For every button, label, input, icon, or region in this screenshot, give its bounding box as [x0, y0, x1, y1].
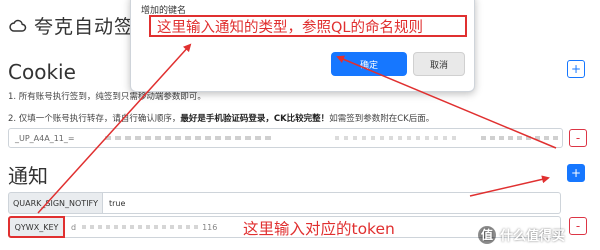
notify-value-input[interactable]: true: [103, 192, 561, 214]
note2-prefix: 2. 仅填一个账号执行转存，请自行确认顺序，: [8, 114, 181, 124]
add-cookie-button[interactable]: +: [567, 60, 585, 78]
key-name-value: 这里输入通知的类型，参照QL的命名规则: [157, 19, 423, 36]
cookie-note-2: 2. 仅填一个账号执行转存，请自行确认顺序，最好是手机验证码登录，CK比较完整！…: [8, 112, 434, 124]
note2-bold: 最好是手机验证码: [180, 114, 249, 124]
masked-text: [481, 136, 562, 140]
cookie-input[interactable]: _UP_A4A_11_=: [8, 128, 563, 148]
delete-cookie-button[interactable]: -: [569, 129, 587, 147]
notify-key-label: QYWX_KEY: [8, 216, 65, 238]
watermark-badge: 值: [478, 225, 496, 244]
cookie-value: _UP_A4A_11_=: [15, 133, 75, 143]
key-name-input[interactable]: 这里输入通知的类型，参照QL的命名规则: [149, 15, 467, 37]
add-key-dialog: 增加的键名 这里输入通知的类型，参照QL的命名规则 确定 取消: [130, 0, 475, 92]
token-suffix: 116: [202, 222, 218, 232]
app-title: 夸克自动签: [8, 12, 134, 39]
watermark-text: 什么值得买: [500, 229, 566, 244]
note2-login-link[interactable]: 登录: [248, 114, 265, 124]
delete-notify-button[interactable]: -: [569, 217, 587, 235]
watermark: 值 什么值得买: [478, 225, 565, 244]
masked-text: [335, 136, 462, 140]
cloud-icon: [9, 19, 27, 32]
cancel-button[interactable]: 取消: [413, 52, 465, 76]
note2-bold-2: ，CK比较完整！: [265, 114, 330, 124]
note2-suffix: 如需签到参数附在CK后面。: [329, 114, 435, 124]
notify-key-label: QUARK_SIGN_NOTIFY: [8, 192, 103, 214]
notify-row: QUARK_SIGN_NOTIFY true: [8, 192, 561, 214]
masked-text: [82, 225, 203, 229]
app-title-text: 夸克自动签: [34, 16, 135, 38]
cookie-section-title: Cookie: [8, 60, 76, 84]
annotation-text: 这里输入对应的token: [243, 220, 395, 238]
masked-text: [104, 136, 276, 140]
confirm-button[interactable]: 确定: [331, 52, 407, 76]
notify-section-title: 通知: [8, 164, 48, 188]
add-notify-button[interactable]: +: [567, 164, 585, 182]
token-prefix: d: [71, 222, 77, 232]
